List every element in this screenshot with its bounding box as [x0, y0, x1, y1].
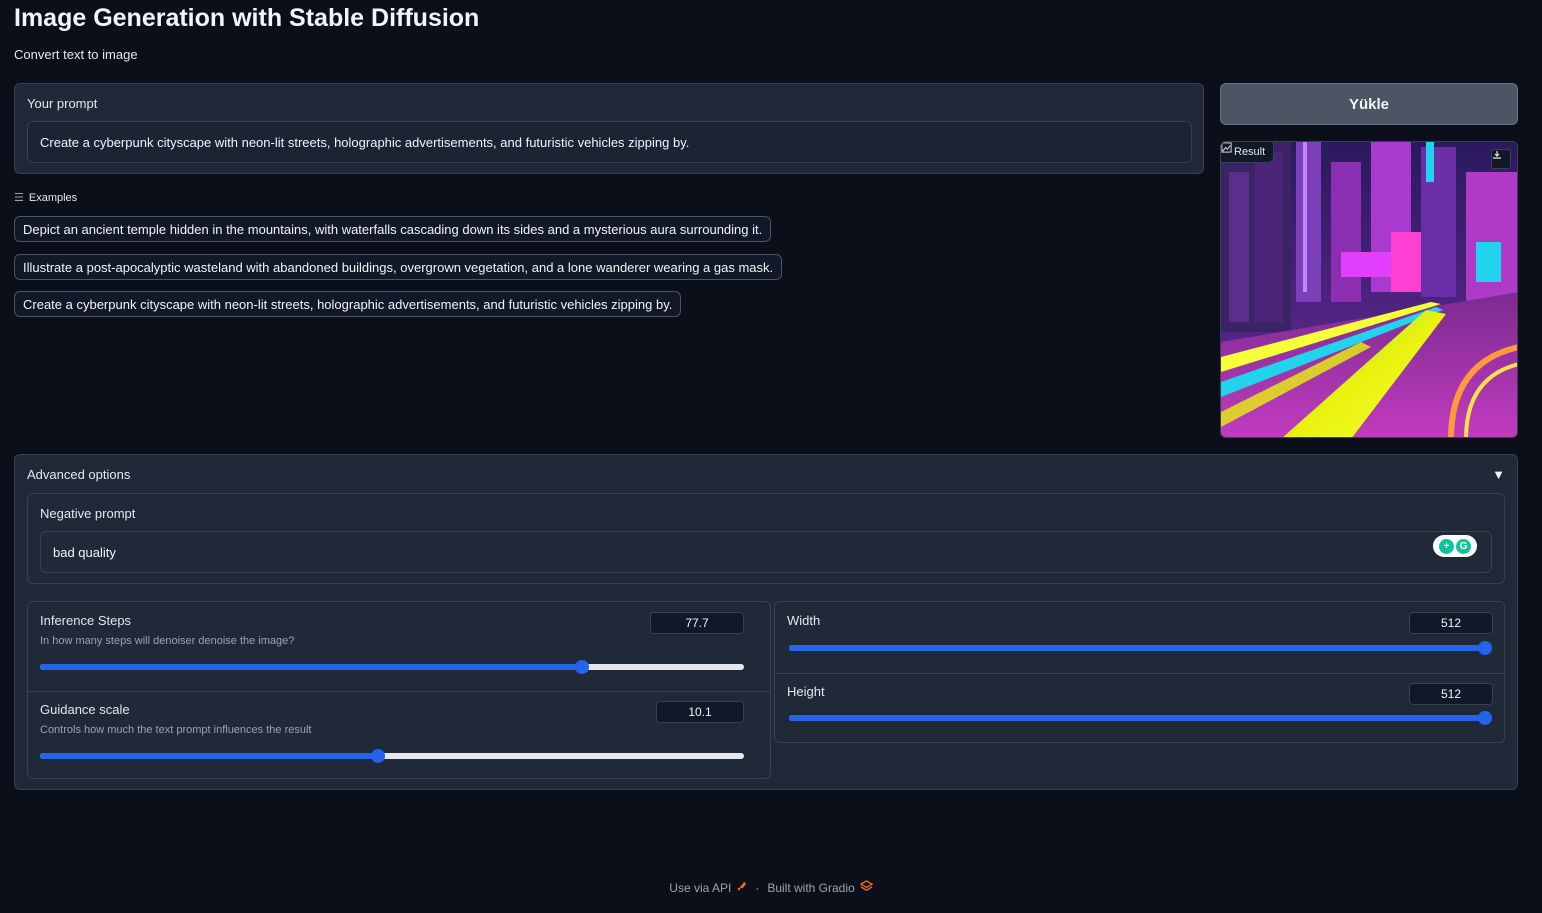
prompt-panel: Your prompt Create a cyberpunk cityscape… — [14, 83, 1204, 174]
height-track[interactable] — [789, 711, 1492, 725]
inference-steps-label: Inference Steps — [40, 613, 132, 628]
grammarly-icon[interactable]: + G — [1433, 535, 1477, 557]
built-with-gradio-label: Built with Gradio — [767, 881, 855, 895]
advanced-options-title[interactable]: Advanced options — [27, 467, 130, 482]
width-thumb[interactable] — [1478, 641, 1492, 655]
width-slider: Width 512 — [775, 602, 1504, 673]
download-button[interactable] — [1491, 149, 1511, 169]
generate-button[interactable]: Yükle — [1220, 83, 1518, 125]
use-via-api-label: Use via API — [669, 881, 732, 895]
result-image — [1221, 142, 1517, 437]
negative-prompt-label: Negative prompt — [40, 506, 136, 521]
list-icon: ☰ — [14, 192, 24, 204]
footer-separator: · — [755, 881, 760, 895]
width-fill — [789, 645, 1485, 651]
result-label: Result — [1234, 146, 1266, 158]
steps-guidance-group: Inference Steps In how many steps will d… — [27, 601, 771, 779]
inference-steps-number[interactable]: 77.7 — [650, 612, 744, 634]
examples-header: ☰ Examples — [14, 191, 78, 205]
result-image-panel: Result — [1220, 141, 1518, 438]
result-label-tag: Result — [1221, 142, 1275, 163]
grammarly-g-icon: G — [1456, 538, 1471, 554]
negative-prompt-input[interactable]: bad quality + G — [40, 531, 1492, 573]
width-number[interactable]: 512 — [1409, 612, 1493, 634]
inference-steps-slider: Inference Steps In how many steps will d… — [28, 602, 770, 691]
gradio-logo-icon — [859, 880, 874, 896]
guidance-scale-thumb[interactable] — [370, 749, 385, 763]
rocket-icon — [736, 881, 747, 895]
prompt-input[interactable]: Create a cyberpunk cityscape with neon-l… — [27, 121, 1192, 163]
width-label: Width — [787, 613, 821, 628]
inference-steps-thumb[interactable] — [575, 660, 590, 674]
height-thumb[interactable] — [1478, 711, 1492, 725]
guidance-scale-number[interactable]: 10.1 — [656, 701, 744, 723]
height-slider: Height 512 — [775, 673, 1504, 744]
example-item[interactable]: Create a cyberpunk cityscape with neon-l… — [14, 291, 682, 317]
inference-steps-track[interactable] — [40, 660, 744, 674]
advanced-options-panel: Advanced options ▼ Negative prompt bad q… — [14, 454, 1518, 790]
inference-steps-info: In how many steps will denoiser denoise … — [40, 635, 295, 647]
examples-label: Examples — [28, 191, 78, 204]
guidance-scale-fill — [40, 753, 378, 759]
width-track[interactable] — [789, 641, 1492, 655]
page-subtitle: Convert text to image — [14, 47, 138, 62]
height-number[interactable]: 512 — [1409, 683, 1493, 705]
example-item[interactable]: Illustrate a post-apocalyptic wasteland … — [14, 254, 783, 280]
guidance-scale-track[interactable] — [40, 749, 744, 763]
height-fill — [789, 715, 1485, 721]
inference-steps-fill — [40, 664, 583, 670]
negative-prompt-value: bad quality — [53, 544, 116, 560]
guidance-scale-label: Guidance scale — [40, 702, 130, 717]
negative-prompt-panel: Negative prompt bad quality + G — [27, 493, 1505, 584]
page-title: Image Generation with Stable Diffusion — [14, 4, 480, 32]
footer: Use via API · Built with Gradio — [0, 880, 1542, 896]
width-height-group: Width 512 Height 512 — [774, 601, 1505, 743]
prompt-label: Your prompt — [27, 96, 98, 111]
triangle-down-icon[interactable]: ▼ — [1492, 467, 1505, 482]
guidance-scale-info: Controls how much the text prompt influe… — [40, 724, 312, 736]
grammarly-suggest-icon: + — [1439, 538, 1454, 554]
use-via-api-link[interactable]: Use via API — [669, 881, 747, 895]
example-item[interactable]: Depict an ancient temple hidden in the m… — [14, 216, 772, 242]
height-label: Height — [787, 684, 825, 699]
built-with-gradio-link[interactable]: Built with Gradio — [767, 880, 874, 896]
guidance-scale-slider: Guidance scale Controls how much the tex… — [28, 691, 770, 780]
